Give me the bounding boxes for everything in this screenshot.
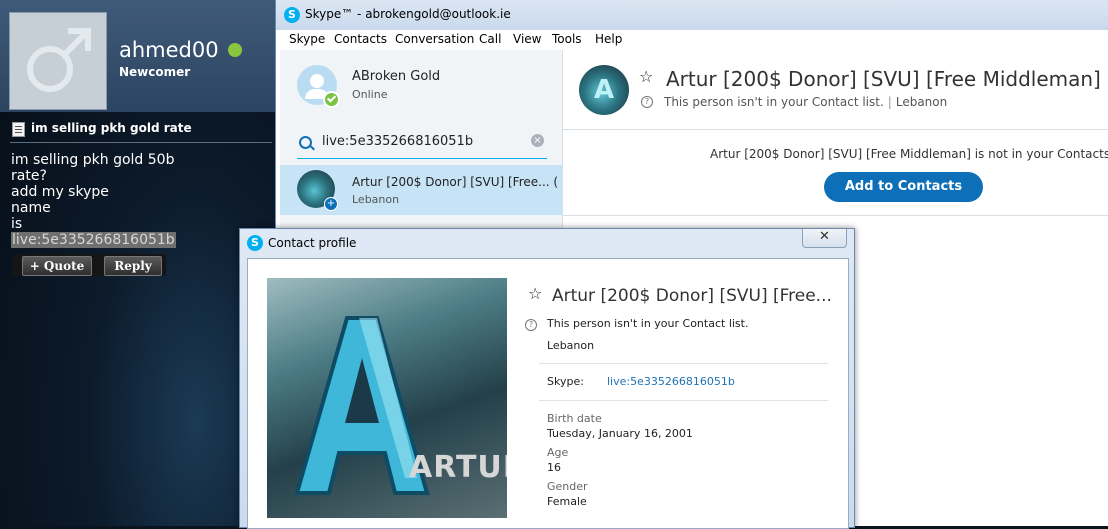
skype-logo-icon: S [284, 7, 300, 23]
profile-note: This person isn't in your Contact list. [547, 317, 749, 330]
skype-logo-icon: S [247, 235, 263, 251]
result-name: Artur [200$ Donor] [SVU] [Free... ( [352, 175, 559, 189]
user-rank: Newcomer [119, 65, 191, 79]
dialog-body: ARTUR ☆ Artur [200$ Donor] [SVU] [Free..… [247, 258, 849, 529]
post-line: rate? [11, 168, 47, 184]
contact-subtitle: This person isn't in your Contact list. |… [664, 95, 947, 109]
content-divider [563, 215, 1108, 216]
post-line: add my skype [11, 184, 109, 200]
age-label: Age [547, 446, 569, 459]
question-icon: ? [525, 319, 537, 331]
question-icon: ? [641, 96, 653, 108]
search-input[interactable]: live:5e335266816051b [322, 134, 473, 149]
photo-caption: ARTUR [409, 450, 507, 485]
skype-id-value[interactable]: live:5e335266816051b [607, 375, 735, 388]
post-action-bar: + Quote | Reply [12, 254, 166, 276]
menu-tools[interactable]: Tools [552, 32, 582, 46]
add-contact-icon: + [324, 197, 338, 211]
skype-titlebar[interactable]: S Skype™ - abrokengold@outlook.ie [276, 0, 1108, 30]
skype-id-label: Skype: [547, 375, 584, 388]
clear-search-icon[interactable]: × [531, 134, 544, 147]
add-to-contacts-button[interactable]: Add to Contacts [824, 172, 983, 202]
menu-contacts[interactable]: Contacts [334, 32, 387, 46]
profile-name: Artur [200$ Donor] [SVU] [Free... [552, 286, 832, 306]
contact-note: This person isn't in your Contact list. [664, 95, 884, 109]
profile-location: Lebanon [547, 339, 595, 352]
menu-view[interactable]: View [513, 32, 541, 46]
not-in-contacts-message: Artur [200$ Donor] [SVU] [Free Middleman… [710, 147, 1108, 161]
header-divider [563, 129, 1108, 130]
post-body: im selling pkh gold 50b rate? add my sky… [11, 152, 176, 248]
favorite-star-icon[interactable]: ☆ [528, 284, 542, 303]
search-box[interactable]: live:5e335266816051b × [297, 128, 547, 159]
birth-date-label: Birth date [547, 412, 602, 425]
document-icon [12, 122, 25, 137]
person-head-icon [310, 74, 324, 88]
male-symbol-icon [27, 28, 91, 92]
online-status-icon [228, 43, 242, 57]
profile-photo: ARTUR [267, 278, 507, 518]
selected-skype-id[interactable]: live:5e335266816051b [11, 232, 176, 248]
birth-date-value: Tuesday, January 16, 2001 [547, 427, 693, 440]
profile-divider [539, 400, 828, 401]
gender-value: Female [547, 495, 587, 508]
gender-label: Gender [547, 480, 588, 493]
user-info-block: ahmed00 Newcomer [0, 0, 280, 112]
search-result-item[interactable]: + Artur [200$ Donor] [SVU] [Free... ( Le… [280, 165, 562, 215]
post-title-row: im selling pkh gold rate [10, 120, 272, 143]
menu-help[interactable]: Help [595, 32, 622, 46]
user-avatar[interactable] [9, 12, 107, 110]
favorite-star-icon[interactable]: ☆ [639, 67, 653, 86]
contact-avatar[interactable]: A [579, 65, 629, 115]
username[interactable]: ahmed00 [119, 38, 219, 62]
self-name[interactable]: ABroken Gold [352, 69, 440, 84]
dialog-title: Contact profile [268, 236, 357, 250]
forum-page: ahmed00 Newcomer im selling pkh gold rat… [0, 0, 280, 526]
post-title: im selling pkh gold rate [31, 121, 192, 135]
menu-conversation[interactable]: Conversation [395, 32, 474, 46]
menu-skype[interactable]: Skype [289, 32, 325, 46]
avatar-letter: A [594, 75, 615, 105]
reply-button[interactable]: Reply [104, 256, 162, 276]
post-line: is [11, 216, 23, 232]
post-line: name [11, 200, 51, 216]
quote-button[interactable]: + Quote [22, 256, 92, 276]
contact-profile-dialog: S Contact profile ✕ ARTUR ☆ Artur [200$ … [239, 228, 855, 529]
contact-name: Artur [200$ Donor] [SVU] [Free Middleman… [666, 67, 1101, 91]
online-check-icon [323, 91, 340, 108]
self-status[interactable]: Online [352, 88, 387, 101]
close-button[interactable]: ✕ [802, 229, 847, 248]
result-location: Lebanon [352, 193, 400, 206]
window-title: Skype™ - abrokengold@outlook.ie [305, 7, 511, 21]
menu-bar: Skype Contacts Conversation Call View To… [276, 30, 1108, 50]
search-icon [299, 136, 312, 149]
subtitle-separator: | [887, 95, 892, 109]
post-line: im selling pkh gold 50b [11, 152, 175, 168]
age-value: 16 [547, 461, 561, 474]
profile-divider [539, 363, 828, 364]
contact-location: Lebanon [895, 95, 948, 109]
menu-call[interactable]: Call [479, 32, 501, 46]
